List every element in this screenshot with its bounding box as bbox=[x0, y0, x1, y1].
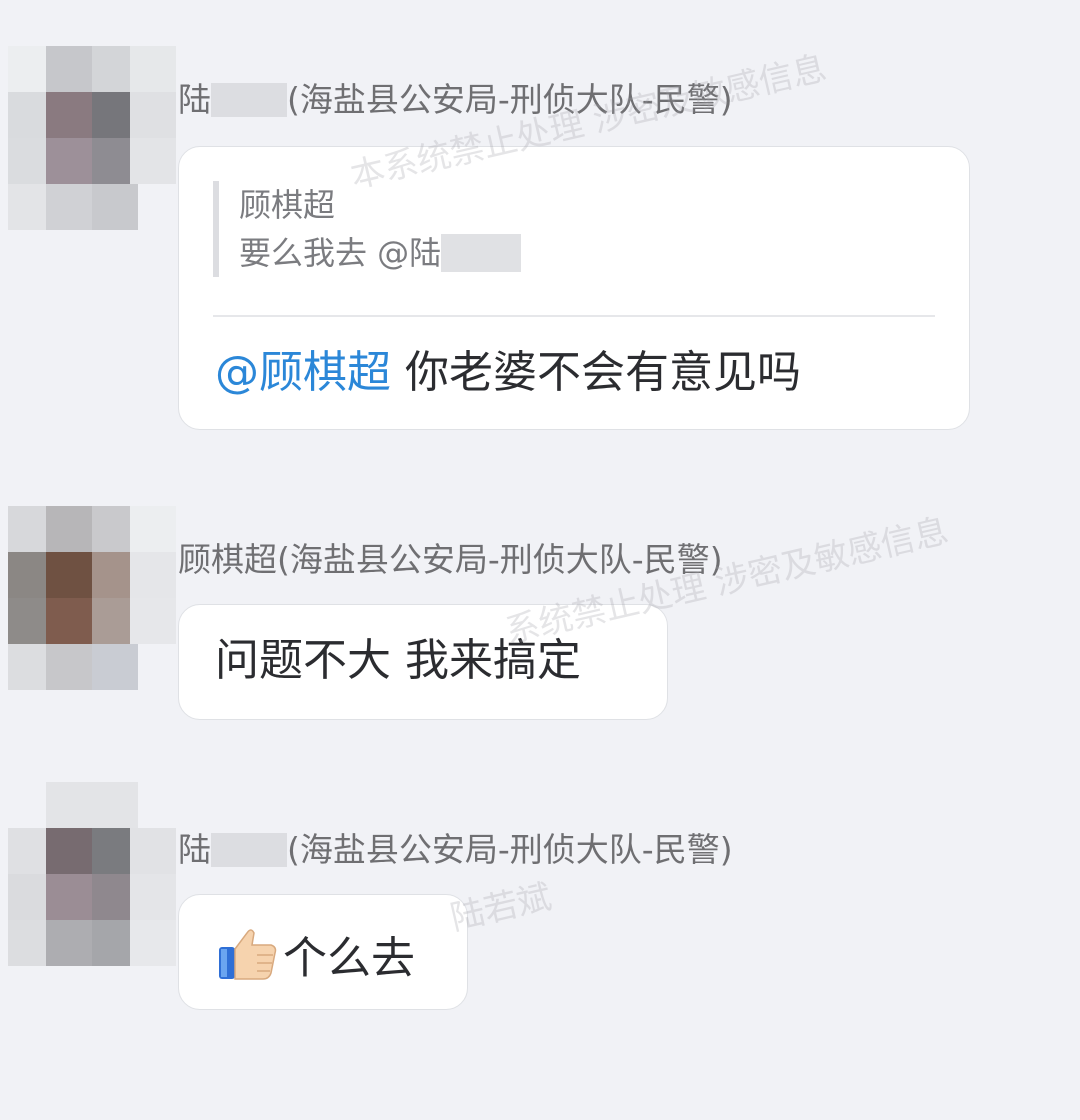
avatar[interactable] bbox=[8, 782, 176, 966]
sender-name-suffix: (海盐县公安局-刑侦大队-民警) bbox=[287, 80, 733, 119]
chat-thread: 陆 (海盐县公安局-刑侦大队-民警) 顾棋超 要么我去 @陆 @顾棋超 你老婆不会… bbox=[0, 0, 1080, 1120]
message-text: 问题不大 我来搞定 bbox=[215, 635, 581, 686]
sender-name: 陆 (海盐县公安局-刑侦大队-民警) bbox=[178, 80, 733, 120]
quoted-message[interactable]: 顾棋超 要么我去 @陆 bbox=[213, 181, 522, 277]
redacted-block bbox=[211, 83, 287, 117]
sender-name: 陆 (海盐县公安局-刑侦大队-民警) bbox=[178, 830, 733, 870]
sender-name-prefix: 陆 bbox=[178, 80, 211, 119]
sender-name-prefix: 陆 bbox=[178, 830, 211, 869]
message-body: 你老婆不会有意见吗 bbox=[391, 347, 801, 398]
mention-link[interactable]: @顾棋超 bbox=[215, 347, 391, 398]
message-text: 个么去 bbox=[217, 925, 415, 985]
message-bubble[interactable]: 个么去 bbox=[178, 894, 468, 1010]
message-text: @顾棋超 你老婆不会有意见吗 bbox=[215, 347, 801, 399]
quote-text-prefix: 要么我去 @陆 bbox=[239, 234, 442, 272]
quote-divider bbox=[213, 315, 935, 317]
message-bubble[interactable]: 顾棋超 要么我去 @陆 @顾棋超 你老婆不会有意见吗 bbox=[178, 146, 970, 430]
sender-name-suffix: (海盐县公安局-刑侦大队-民警) bbox=[287, 830, 733, 869]
avatar[interactable] bbox=[8, 46, 176, 230]
quote-author: 顾棋超 bbox=[239, 186, 336, 224]
quote-text: 要么我去 @陆 bbox=[239, 229, 522, 277]
redacted-block bbox=[441, 234, 522, 272]
avatar[interactable] bbox=[8, 506, 176, 690]
message-body: 个么去 bbox=[283, 933, 415, 984]
sender-name: 顾棋超(海盐县公安局-刑侦大队-民警) bbox=[178, 540, 723, 579]
message-bubble[interactable]: 问题不大 我来搞定 bbox=[178, 604, 668, 720]
thumbs-up-icon bbox=[217, 925, 279, 981]
redacted-block bbox=[211, 833, 287, 867]
